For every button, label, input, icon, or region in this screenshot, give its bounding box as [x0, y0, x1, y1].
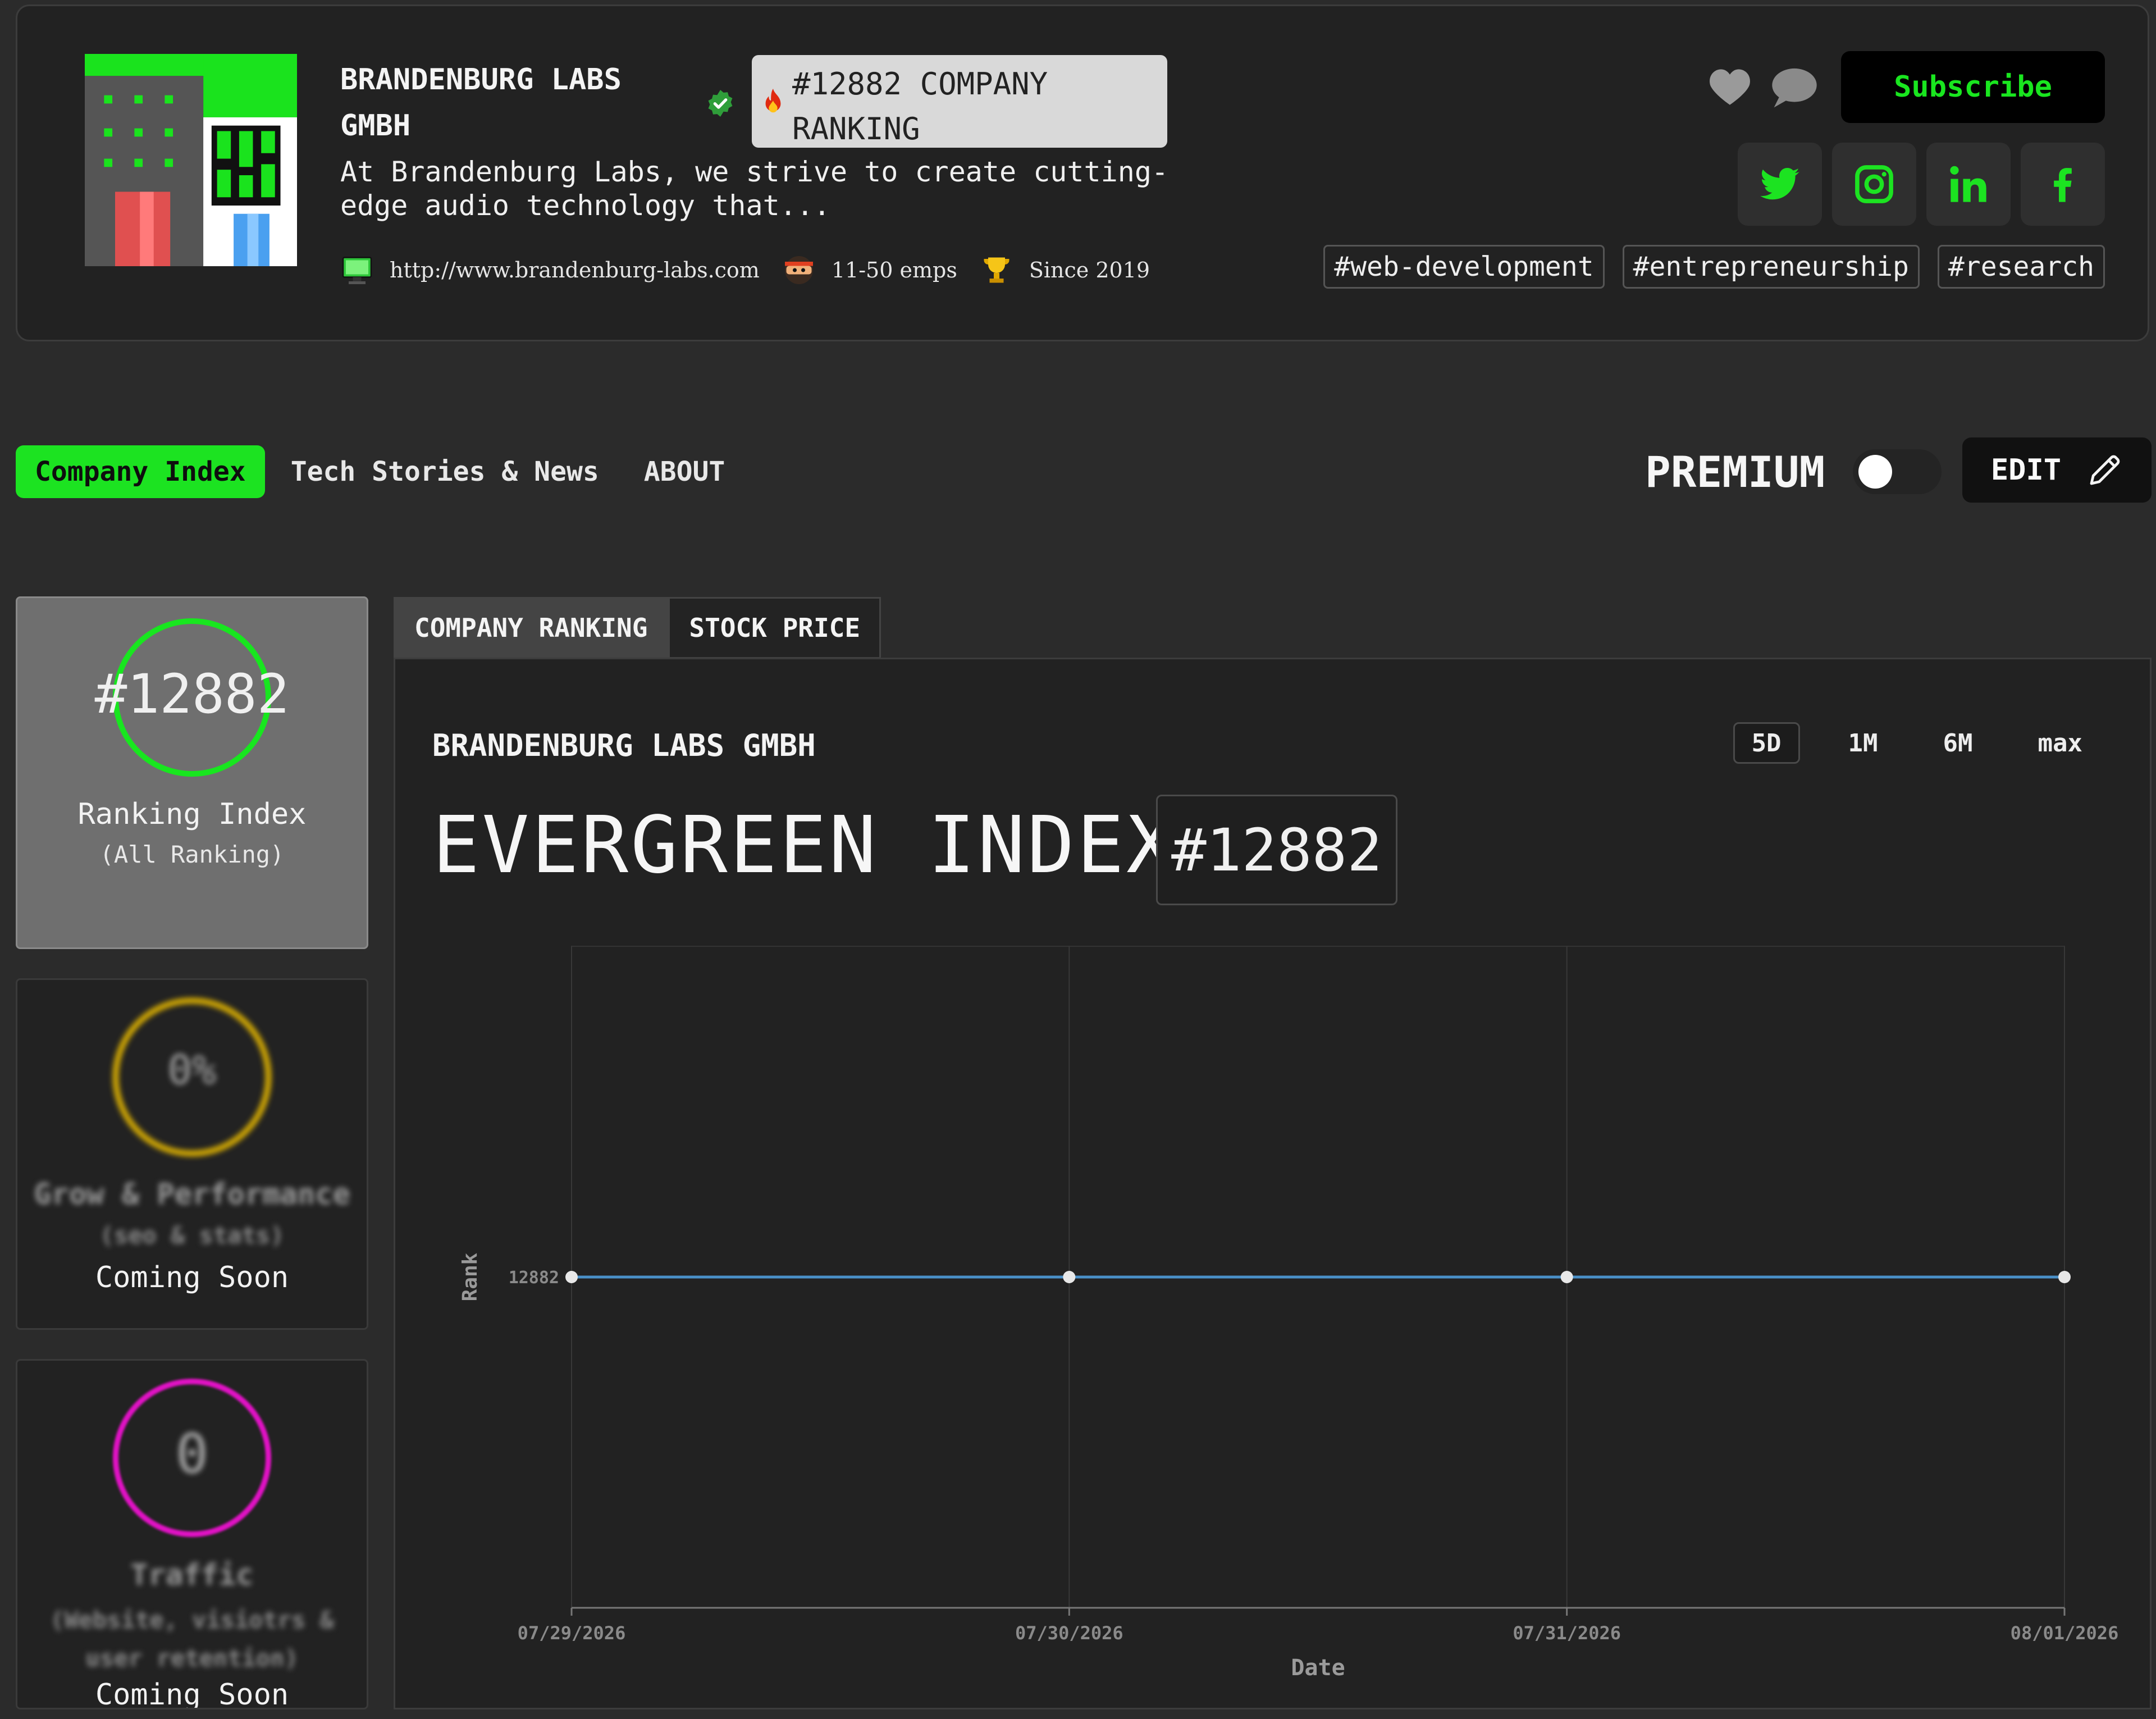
traffic-value: 0 — [176, 1422, 208, 1485]
ninja-icon — [784, 256, 813, 284]
y-axis-title: Rank — [459, 1252, 482, 1301]
company-website-link[interactable]: http://www.brandenburg-labs.com — [390, 258, 760, 282]
edit-button[interactable]: EDIT — [1962, 437, 2152, 503]
verified-check-icon — [708, 90, 733, 117]
twitter-button[interactable] — [1738, 143, 1822, 226]
premium-toggle-knob — [1858, 455, 1892, 489]
y-tick-label: 12882 — [509, 1268, 559, 1288]
linkedin-button[interactable] — [1926, 143, 2011, 226]
traffic-label: Traffic — [130, 1558, 254, 1592]
x-tick-label: 07/29/2026 — [518, 1622, 626, 1644]
x-tick-label: 07/31/2026 — [1513, 1622, 1621, 1644]
company-rank-badge[interactable]: #12882 COMPANY RANKING — [752, 55, 1167, 148]
x-tick-label: 07/30/2026 — [1015, 1622, 1123, 1644]
twitter-icon — [1760, 167, 1799, 200]
premium-label: PREMIUM — [1645, 446, 1825, 497]
monitor-icon — [342, 257, 372, 284]
grow-performance-card: 0% Grow & Performance (seo & stats) Comi… — [16, 978, 368, 1330]
pencil-icon — [2090, 455, 2120, 485]
tab-tech-stories-news[interactable]: Tech Stories & News — [272, 445, 618, 498]
ranking-label: Ranking Index — [77, 797, 307, 831]
traffic-sublabel: (Website, visiotrs & user retention) — [50, 1606, 334, 1672]
company-employees: 11-50 emps — [831, 258, 957, 282]
company-name: BRANDENBURG LABS GMBH — [340, 63, 622, 143]
ranking-sublabel: (All Ranking) — [99, 841, 285, 868]
chart-axes — [570, 1607, 2066, 1616]
tab-company-ranking[interactable]: COMPANY RANKING — [394, 597, 669, 659]
facebook-button[interactable] — [2021, 143, 2105, 226]
instagram-button[interactable] — [1832, 143, 1916, 226]
chart-series — [565, 1271, 2071, 1283]
comment-icon[interactable] — [1770, 66, 1819, 108]
x-axis-title: Date — [1291, 1655, 1345, 1681]
rank-line-chart: 07/29/2026 07/30/2026 07/31/2026 08/01/2026… — [459, 946, 2118, 1681]
trophy-icon — [984, 257, 1010, 283]
company-description: At Brandenburg Labs, we strive to create… — [340, 156, 1169, 222]
heart-icon[interactable] — [1709, 67, 1751, 107]
grow-value: 0% — [167, 1046, 217, 1093]
company-header-card: BRANDENBURG LABS GMBH #12882 COMPANY RAN… — [16, 4, 2149, 341]
ranking-value: #12882 — [94, 663, 290, 726]
tab-stock-price[interactable]: STOCK PRICE — [668, 597, 881, 659]
traffic-coming-soon: Coming Soon — [95, 1678, 289, 1709]
company-logo — [85, 54, 297, 266]
traffic-card: 0 Traffic (Website, visiotrs & user rete… — [16, 1359, 368, 1709]
tag-research[interactable]: #research — [1937, 245, 2105, 289]
tab-company-index[interactable]: Company Index — [16, 445, 265, 498]
instagram-icon — [1855, 165, 1893, 203]
ranking-index-card[interactable]: #12882 Ranking Index (All Ranking) — [16, 596, 368, 949]
facebook-icon — [2054, 168, 2072, 202]
tab-about[interactable]: ABOUT — [625, 445, 744, 498]
chart-labels: 07/29/2026 07/30/2026 07/31/2026 08/01/2026… — [459, 1252, 2118, 1681]
chart-tabs: COMPANY RANKING STOCK PRICE — [394, 597, 881, 659]
premium-toggle[interactable] — [1853, 449, 1942, 494]
x-tick-label: 08/01/2026 — [2011, 1622, 2119, 1644]
rank-data-point — [1560, 1271, 1573, 1283]
rank-data-point — [565, 1271, 578, 1283]
rank-data-point — [1063, 1271, 1076, 1283]
company-tags: #web-development #entrepreneurship #rese… — [1305, 245, 2105, 289]
tag-entrepreneurship[interactable]: #entrepreneurship — [1622, 245, 1920, 289]
chart-panel: BRANDENBURG LABS GMBH 5D 1M 6M max EVERG… — [394, 658, 2152, 1709]
subscribe-button[interactable]: Subscribe — [1841, 51, 2105, 123]
grow-label: Grow & Performance — [34, 1178, 350, 1211]
flame-icon — [765, 88, 781, 113]
edit-button-label: EDIT — [1990, 453, 2062, 487]
company-founded: Since 2019 — [1029, 258, 1150, 282]
company-nav-tabs: Company Index Tech Stories & News ABOUT — [16, 445, 751, 498]
rank-data-point — [2058, 1271, 2071, 1283]
grow-coming-soon: Coming Soon — [95, 1261, 289, 1294]
rank-badge-text: #12882 COMPANY RANKING — [792, 66, 1048, 147]
header-actions: Subscribe — [1709, 51, 2105, 123]
social-links — [1728, 143, 2105, 226]
linkedin-icon — [1950, 166, 1986, 202]
grow-sublabel: (seo & stats) — [99, 1221, 285, 1249]
company-meta-row: http://www.brandenburg-labs.com 11-50 em… — [340, 250, 1172, 290]
tag-web-development[interactable]: #web-development — [1323, 245, 1605, 289]
